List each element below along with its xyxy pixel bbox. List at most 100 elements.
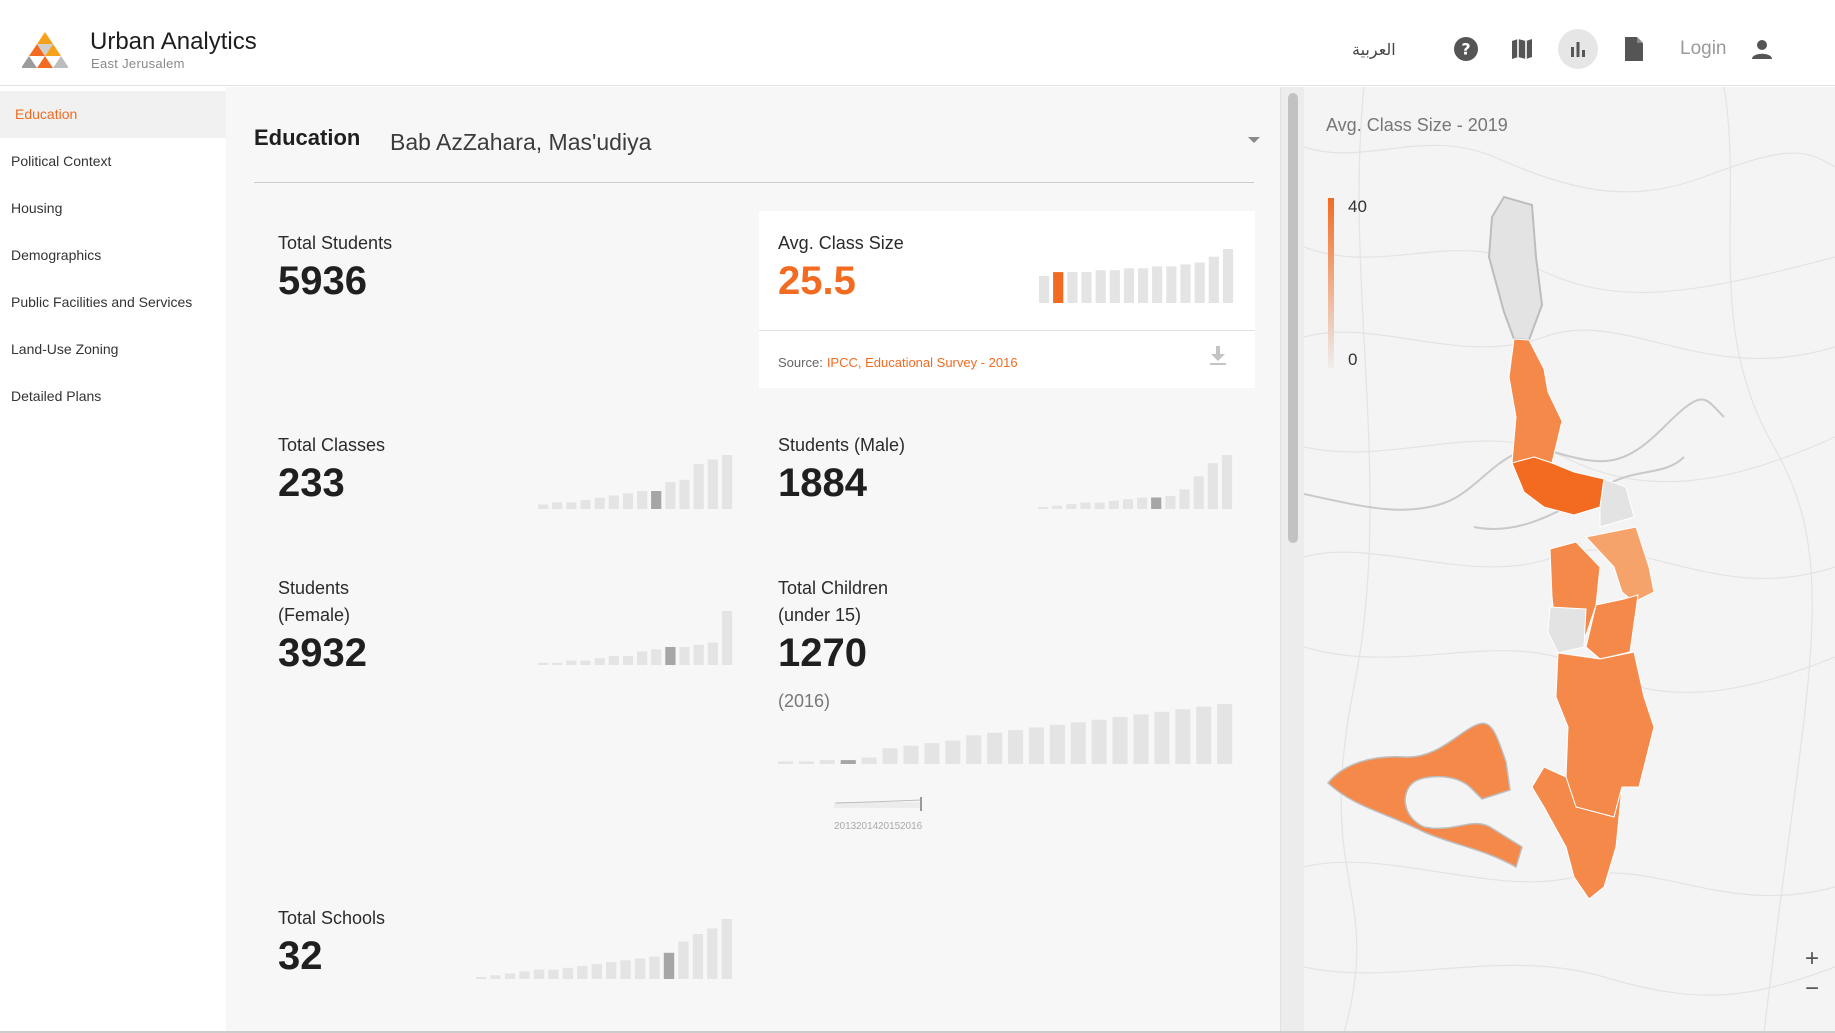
chart-bar[interactable]: [538, 504, 549, 510]
map-button[interactable]: [1502, 29, 1542, 69]
chart-bar[interactable]: [1207, 463, 1218, 509]
stat-total-students[interactable]: Total Students 5936: [278, 230, 392, 303]
chart-bar[interactable]: [1080, 502, 1091, 510]
chart-bar[interactable]: [721, 919, 732, 979]
zoom-out-button[interactable]: −: [1800, 975, 1824, 1003]
chart-bar[interactable]: [1133, 714, 1149, 764]
chart-bar[interactable]: [840, 760, 856, 764]
chart-bar[interactable]: [987, 732, 1003, 764]
chart-bar[interactable]: [721, 455, 733, 509]
region-dropdown[interactable]: Bab AzZahara, Mas'udiya: [390, 125, 1260, 159]
chart-bar[interactable]: [1194, 262, 1205, 304]
chart-bar[interactable]: [622, 493, 634, 509]
download-icon[interactable]: [1209, 345, 1227, 367]
chart-bar[interactable]: [693, 464, 704, 509]
chart-bar[interactable]: [1070, 722, 1086, 764]
chart-bar[interactable]: [721, 611, 733, 665]
chart-bar[interactable]: [1039, 276, 1050, 303]
sidebar-item-detailed-plans[interactable]: Detailed Plans: [0, 373, 226, 420]
chart-bar[interactable]: [580, 500, 591, 509]
chart-bar[interactable]: [608, 495, 619, 510]
chart-bar[interactable]: [519, 971, 530, 980]
avg-class-size-card[interactable]: Avg. Class Size 25.5 Source: IPCC, Educat…: [759, 211, 1255, 388]
chart-bar[interactable]: [798, 761, 814, 764]
chart-bar[interactable]: [594, 497, 605, 509]
sidebar-item-housing[interactable]: Housing: [0, 185, 226, 232]
chart-bar[interactable]: [1108, 500, 1119, 509]
chart-bar[interactable]: [679, 647, 690, 665]
chart-bar[interactable]: [1175, 709, 1191, 764]
source-link[interactable]: IPCC, Educational Survey - 2016: [827, 355, 1018, 370]
chart-bar[interactable]: [1094, 502, 1105, 510]
chart-bar[interactable]: [1038, 507, 1049, 509]
user-button[interactable]: [1742, 29, 1782, 69]
language-switch[interactable]: العربية: [1352, 40, 1396, 59]
chart-bar[interactable]: [924, 743, 940, 764]
stat-students-male[interactable]: Students (Male) 1884: [778, 432, 905, 505]
chart-bar[interactable]: [665, 647, 676, 665]
scrollbar-thumb[interactable]: [1288, 93, 1298, 543]
sidebar-item-public-facilities[interactable]: Public Facilities and Services: [0, 279, 226, 326]
chart-bar[interactable]: [778, 761, 794, 764]
chart-bar[interactable]: [678, 941, 689, 980]
chart-bar[interactable]: [966, 735, 982, 764]
chart-bar[interactable]: [1049, 724, 1065, 764]
login-link[interactable]: Login: [1680, 38, 1727, 60]
stat-total-children[interactable]: Total Children (under 15) 1270 (2016): [778, 575, 888, 712]
chart-bar[interactable]: [903, 745, 919, 764]
chart-bar[interactable]: [538, 662, 549, 665]
chart-bar[interactable]: [1008, 730, 1024, 764]
chart-bar[interactable]: [1052, 505, 1063, 509]
chart-bar[interactable]: [1222, 249, 1234, 303]
chart-bar[interactable]: [707, 642, 718, 666]
chart-bar[interactable]: [1137, 497, 1148, 510]
chart-bar[interactable]: [1081, 272, 1092, 303]
chart-bar[interactable]: [665, 482, 676, 509]
chart-bar[interactable]: [1152, 266, 1163, 303]
zoom-in-button[interactable]: +: [1800, 945, 1824, 973]
chart-bar[interactable]: [476, 977, 487, 979]
chart-bar[interactable]: [620, 960, 631, 979]
chart-bar[interactable]: [1028, 727, 1044, 765]
chart-bar[interactable]: [861, 757, 877, 765]
chart-bar[interactable]: [566, 660, 577, 666]
chart-bar[interactable]: [622, 656, 634, 665]
chart-bar[interactable]: [1123, 268, 1135, 303]
time-range-brush[interactable]: [834, 794, 930, 816]
chart-bar[interactable]: [1166, 266, 1177, 303]
chart-bar[interactable]: [1138, 268, 1149, 303]
chart-bar[interactable]: [692, 934, 704, 979]
chart-bar[interactable]: [591, 964, 602, 979]
sidebar-item-demographics[interactable]: Demographics: [0, 232, 226, 279]
sidebar-item-education[interactable]: Education: [0, 91, 226, 138]
chart-bar[interactable]: [679, 479, 690, 509]
chart-bar[interactable]: [552, 502, 563, 509]
chart-bar[interactable]: [945, 740, 961, 765]
chart-bar[interactable]: [693, 644, 704, 665]
chart-bar[interactable]: [882, 748, 898, 764]
chart-bar[interactable]: [634, 958, 646, 979]
chart-bar[interactable]: [1112, 717, 1128, 764]
chart-bar[interactable]: [1122, 499, 1134, 509]
charts-button[interactable]: [1558, 29, 1598, 69]
chart-bar[interactable]: [1095, 270, 1106, 303]
stat-students-female[interactable]: Students (Female) 3932: [278, 575, 367, 675]
chart-bar[interactable]: [1179, 489, 1190, 509]
sidebar-item-land-use-zoning[interactable]: Land-Use Zoning: [0, 326, 226, 373]
help-button[interactable]: ?: [1446, 29, 1486, 69]
map-canvas[interactable]: [1304, 87, 1835, 1033]
chart-bar[interactable]: [637, 491, 648, 509]
chart-bar[interactable]: [651, 649, 662, 665]
chart-bar[interactable]: [504, 973, 516, 979]
chart-bar[interactable]: [1154, 711, 1170, 764]
chart-bar[interactable]: [608, 656, 619, 665]
stat-total-classes[interactable]: Total Classes 233: [278, 432, 385, 505]
chart-bar[interactable]: [1165, 495, 1176, 509]
chart-bar[interactable]: [707, 459, 718, 510]
chart-bar[interactable]: [1180, 264, 1191, 303]
chart-bar[interactable]: [1066, 504, 1077, 509]
chart-bar[interactable]: [1091, 719, 1107, 764]
chart-bar[interactable]: [552, 662, 563, 665]
chart-bar[interactable]: [566, 502, 577, 509]
chart-bar[interactable]: [651, 491, 662, 509]
